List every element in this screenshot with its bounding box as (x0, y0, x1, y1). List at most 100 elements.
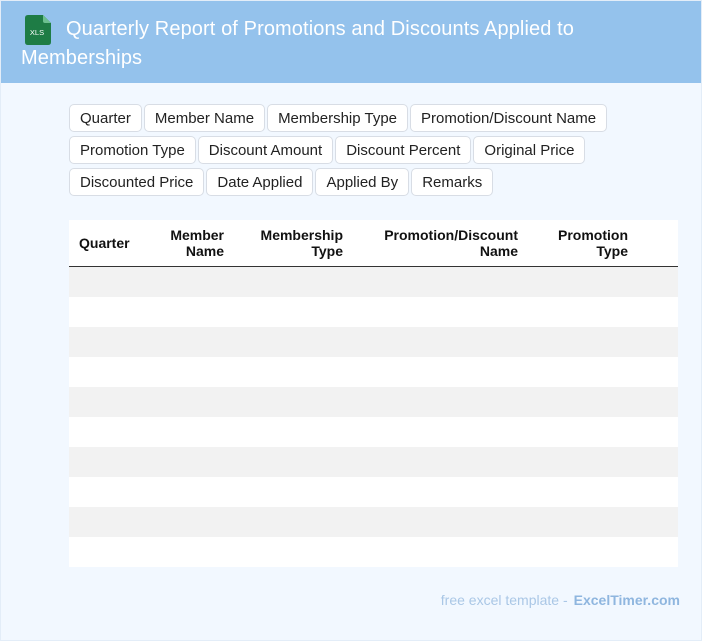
table-cell[interactable] (149, 477, 232, 507)
column-chip[interactable]: Discount Amount (197, 136, 334, 164)
table-cell[interactable] (232, 297, 351, 327)
table-cell[interactable] (232, 327, 351, 357)
table-row (69, 357, 678, 387)
table-cell[interactable] (526, 297, 636, 327)
column-header[interactable]: Promotion/Discount Name (351, 220, 526, 267)
report-title: Quarterly Report of Promotions and Disco… (21, 18, 574, 69)
table-cell[interactable] (526, 417, 636, 447)
table-cell[interactable] (526, 507, 636, 537)
table-cell[interactable] (69, 447, 149, 477)
table-cell[interactable] (69, 417, 149, 447)
table-cell[interactable] (149, 266, 232, 297)
column-header[interactable]: DiscountAmount (636, 220, 678, 267)
table-cell[interactable] (351, 387, 526, 417)
table-cell[interactable] (526, 357, 636, 387)
footer-brand-link[interactable]: ExcelTimer.com (574, 592, 680, 608)
table-row (69, 266, 678, 297)
table-cell[interactable] (69, 357, 149, 387)
table-cell[interactable] (69, 387, 149, 417)
table-cell[interactable] (232, 537, 351, 567)
table-cell[interactable] (69, 477, 149, 507)
table-row (69, 447, 678, 477)
table-cell[interactable] (351, 357, 526, 387)
data-table-container[interactable]: Quarter Member Name Membership Type Promotion… (69, 220, 678, 567)
table-row (69, 507, 678, 537)
table-cell[interactable] (232, 266, 351, 297)
column-chip[interactable]: Original Price (473, 136, 586, 164)
table-cell[interactable] (149, 447, 232, 477)
column-header-text: Quarter (79, 235, 130, 251)
table-cell[interactable] (526, 477, 636, 507)
table-cell[interactable] (636, 297, 678, 327)
column-chip[interactable]: Remarks (411, 168, 494, 196)
table-cell[interactable] (69, 537, 149, 567)
table-cell[interactable] (636, 537, 678, 567)
data-table: Quarter Member Name Membership Type Promotion… (69, 220, 678, 567)
table-cell[interactable] (526, 327, 636, 357)
column-chip[interactable]: Applied By (315, 168, 410, 196)
column-header-text: Membership (260, 227, 343, 243)
table-cell[interactable] (232, 357, 351, 387)
table-cell[interactable] (69, 327, 149, 357)
column-header-text: Member (170, 227, 224, 243)
table-cell[interactable] (149, 417, 232, 447)
table-cell[interactable] (351, 447, 526, 477)
column-chip[interactable]: Discounted Price (69, 168, 205, 196)
column-header[interactable]: Membership Type (232, 220, 351, 267)
column-header-text: Type (311, 243, 343, 259)
table-cell[interactable] (526, 266, 636, 297)
table-cell[interactable] (636, 447, 678, 477)
table-cell[interactable] (149, 507, 232, 537)
table-cell[interactable] (232, 477, 351, 507)
column-chip[interactable]: Member Name (143, 104, 266, 132)
table-row (69, 417, 678, 447)
table-cell[interactable] (636, 387, 678, 417)
column-chip[interactable]: Quarter (69, 104, 142, 132)
table-cell[interactable] (351, 477, 526, 507)
column-header[interactable]: Quarter (69, 220, 149, 267)
table-cell[interactable] (232, 417, 351, 447)
xls-icon-label: XLS (30, 28, 44, 37)
table-cell[interactable] (69, 266, 149, 297)
column-chip[interactable]: Discount Percent (335, 136, 472, 164)
table-cell[interactable] (636, 327, 678, 357)
table-cell[interactable] (351, 297, 526, 327)
column-chip[interactable]: Promotion/Discount Name (410, 104, 608, 132)
table-body (69, 266, 678, 567)
column-header[interactable]: Promotion Type (526, 220, 636, 267)
table-header-row: Quarter Member Name Membership Type Promotion… (69, 220, 678, 267)
column-chip[interactable]: Date Applied (206, 168, 314, 196)
column-header[interactable]: Member Name (149, 220, 232, 267)
column-chip[interactable]: Promotion Type (69, 136, 196, 164)
table-cell[interactable] (149, 537, 232, 567)
table-cell[interactable] (526, 537, 636, 567)
table-cell[interactable] (351, 417, 526, 447)
table-cell[interactable] (69, 507, 149, 537)
footer-credit: free excel template - ExcelTimer.com (441, 592, 680, 608)
table-cell[interactable] (232, 387, 351, 417)
table-cell[interactable] (636, 507, 678, 537)
table-cell[interactable] (69, 297, 149, 327)
table-cell[interactable] (149, 297, 232, 327)
table-cell[interactable] (149, 327, 232, 357)
table-cell[interactable] (636, 417, 678, 447)
column-header-text: Name (185, 243, 224, 259)
table-cell[interactable] (351, 507, 526, 537)
table-cell[interactable] (149, 357, 232, 387)
column-header-text: Type (596, 243, 628, 259)
table-cell[interactable] (526, 387, 636, 417)
column-chip[interactable]: Membership Type (267, 104, 409, 132)
table-cell[interactable] (636, 266, 678, 297)
table-cell[interactable] (526, 447, 636, 477)
table-cell[interactable] (636, 357, 678, 387)
table-cell[interactable] (232, 447, 351, 477)
footer-prefix: free excel template - (440, 592, 568, 608)
page: XLS Quarterly Report of Promotions and D… (0, 0, 702, 641)
table-cell[interactable] (351, 266, 526, 297)
table-cell[interactable] (636, 477, 678, 507)
table-cell[interactable] (149, 387, 232, 417)
column-header-text: Promotion/Discount (384, 227, 518, 243)
table-cell[interactable] (351, 537, 526, 567)
table-cell[interactable] (351, 327, 526, 357)
table-cell[interactable] (232, 507, 351, 537)
